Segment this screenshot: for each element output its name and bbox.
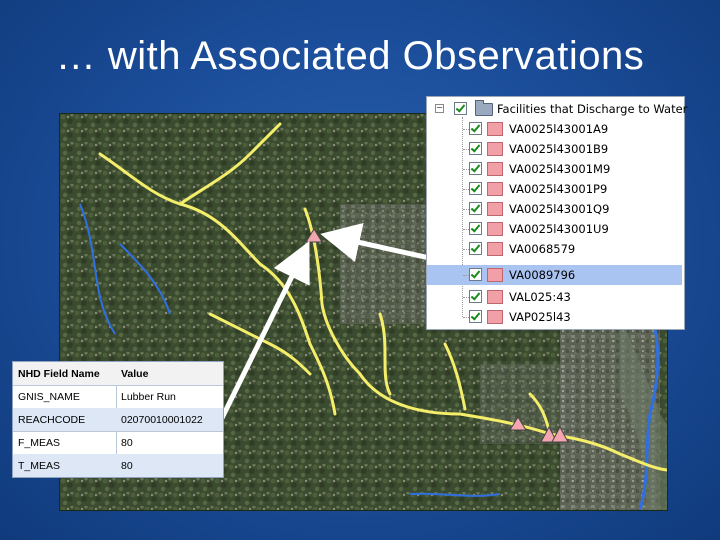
tree-item-label: VA0025l43001M9 [509,162,611,176]
field-value: 80 [121,460,133,472]
checkbox-icon[interactable] [469,290,482,303]
checkbox-icon[interactable] [469,222,482,235]
attribute-row[interactable]: F_MEAS 80 [13,431,223,455]
field-name: GNIS_NAME [18,391,80,403]
checkbox-icon[interactable] [469,242,482,255]
attribute-row[interactable]: REACHCODE 02070010001022 [13,408,223,432]
attribute-header-row: NHD Field Name Value [13,362,223,386]
checkbox-icon[interactable] [469,182,482,195]
facility-symbol-icon [487,310,503,324]
tree-item-2[interactable]: VA0025l43001M9 [427,159,682,179]
field-name: REACHCODE [18,414,86,426]
attribute-row[interactable]: T_MEAS 80 [13,454,223,477]
facility-symbol-icon [487,122,503,136]
tree-item-7-selected[interactable]: VA0089796 [427,265,682,285]
tree-item-label: VA0068579 [509,242,576,256]
tree-item-label: VAL025:43 [509,290,571,304]
tree-item-6[interactable]: VA0068579 [427,239,682,259]
facility-symbol-icon [487,182,503,196]
field-header: NHD Field Name [18,368,100,380]
tree-item-8[interactable]: VAL025:43 [427,287,682,307]
field-name: T_MEAS [18,460,61,472]
checkbox-icon[interactable] [469,122,482,135]
slide-title: … with Associated Observations [55,34,645,78]
attribute-row[interactable]: GNIS_NAME Lubber Run [13,385,223,409]
tree-item-label: VA0025l43001Q9 [509,202,610,216]
value-header: Value [121,368,149,380]
tree-root-row[interactable]: − Facilities that Discharge to Water [427,99,687,119]
layer-group-icon [475,100,493,116]
collapse-icon[interactable]: − [435,104,444,113]
checkbox-icon[interactable] [454,102,467,115]
tree-item-label: VA0089796 [509,268,576,282]
facility-symbol-icon [487,222,503,236]
facility-symbol-icon [487,142,503,156]
tree-item-label: VA0025l43001P9 [509,182,608,196]
facility-symbol-icon [487,162,503,176]
field-name: F_MEAS [18,437,61,449]
field-value: 02070010001022 [121,414,203,426]
checkbox-icon[interactable] [469,202,482,215]
field-value: 80 [121,437,133,449]
tree-item-0[interactable]: VA0025l43001A9 [427,119,682,139]
tree-item-1[interactable]: VA0025l43001B9 [427,139,682,159]
tree-item-3[interactable]: VA0025l43001P9 [427,179,682,199]
tree-item-4[interactable]: VA0025l43001Q9 [427,199,682,219]
tree-item-label: VA0025l43001A9 [509,122,609,136]
tree-item-label: VA0025l43001B9 [509,142,609,156]
tree-item-9[interactable]: VAP025l43 [427,307,682,327]
facility-symbol-icon [487,290,503,304]
checkbox-icon[interactable] [469,310,482,323]
checkbox-icon[interactable] [469,142,482,155]
tree-item-label: VAP025l43 [509,310,571,324]
tree-item-label: VA0025l43001U9 [509,222,609,236]
facility-symbol-icon [487,202,503,216]
field-value: Lubber Run [121,391,176,403]
facility-symbol-icon [487,268,503,282]
checkbox-icon[interactable] [469,162,482,175]
tree-item-5[interactable]: VA0025l43001U9 [427,219,682,239]
attribute-table: NHD Field Name Value GNIS_NAME Lubber Ru… [12,361,224,478]
layer-tree-panel: − Facilities that Discharge to Water VA0… [426,96,687,330]
facility-symbol-icon [487,242,503,256]
tree-root-label: Facilities that Discharge to Water [497,102,688,116]
checkbox-icon[interactable] [469,268,482,281]
